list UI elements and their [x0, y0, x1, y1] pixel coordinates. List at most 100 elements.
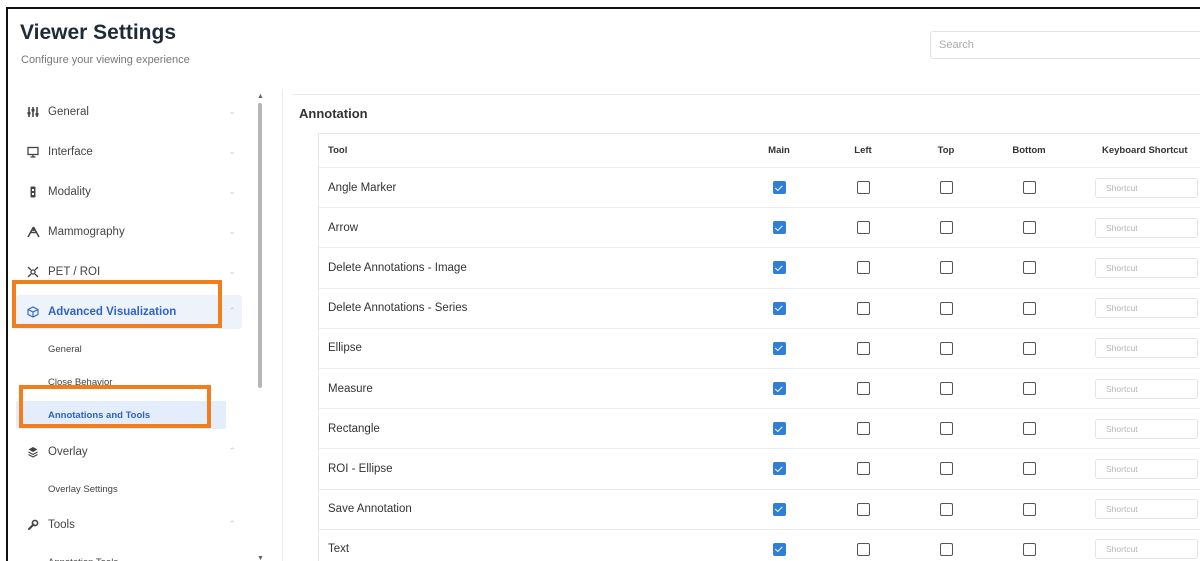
main-cell: [765, 449, 793, 488]
sidebar-subitem-general[interactable]: General: [16, 335, 226, 363]
top-checkbox[interactable]: [939, 502, 953, 516]
table-row: Ellipse: [319, 329, 1200, 369]
sidebar-item-tools[interactable]: Tools ⌃: [16, 508, 242, 542]
tool-name: Ellipse: [328, 342, 362, 355]
shortcut-input[interactable]: [1095, 177, 1198, 198]
bottom-checkbox[interactable]: [1022, 382, 1036, 396]
shortcut-input[interactable]: [1095, 217, 1198, 238]
main-checkbox[interactable]: [772, 221, 786, 235]
shortcut-input[interactable]: [1095, 418, 1198, 439]
sidebar-scrollbar[interactable]: ▲ ▼: [257, 93, 265, 561]
bottom-checkbox[interactable]: [1022, 181, 1036, 195]
top-checkbox[interactable]: [939, 542, 953, 556]
top-checkbox[interactable]: [939, 462, 953, 476]
left-checkbox[interactable]: [856, 181, 870, 195]
sidebar-item-pet-roi[interactable]: PET / ROI ⌄: [16, 255, 242, 289]
sidebar-subitem-annotations-and-tools[interactable]: Annotations and Tools: [16, 401, 226, 429]
sidebar-item-advanced-visualization[interactable]: Advanced Visualization ⌃: [16, 295, 242, 329]
main-cell: [765, 168, 793, 207]
top-checkbox[interactable]: [939, 341, 953, 355]
main-checkbox[interactable]: [772, 341, 786, 355]
left-checkbox[interactable]: [856, 221, 870, 235]
bottom-checkbox[interactable]: [1022, 422, 1036, 436]
main-checkbox[interactable]: [772, 422, 786, 436]
sidebar-item-modality[interactable]: Modality ⌄: [16, 175, 242, 209]
top-checkbox[interactable]: [939, 382, 953, 396]
left-cell: [849, 490, 877, 529]
tool-name: Arrow: [328, 221, 359, 234]
shortcut-input[interactable]: [1095, 499, 1198, 520]
sliders-icon: [26, 105, 40, 119]
bottom-checkbox[interactable]: [1022, 462, 1036, 476]
tool-name: ROI - Ellipse: [328, 462, 393, 475]
top-cell: [932, 248, 960, 287]
shortcut-input[interactable]: [1095, 458, 1198, 479]
shortcut-input[interactable]: [1095, 338, 1198, 359]
shortcut-input[interactable]: [1095, 257, 1198, 278]
sidebar-item-interface[interactable]: Interface ⌄: [16, 135, 242, 169]
main-checkbox[interactable]: [772, 382, 786, 396]
left-checkbox[interactable]: [856, 462, 870, 476]
top-checkbox[interactable]: [939, 422, 953, 436]
tool-name: Angle Marker: [328, 181, 397, 194]
tool-name: Measure: [328, 382, 373, 395]
scrollbar-thumb[interactable]: [258, 103, 262, 388]
table-header-row: Tool Main Left Top Bottom Keyboard Short…: [319, 134, 1200, 168]
shortcut-cell: [1095, 409, 1200, 448]
left-cell: [849, 409, 877, 448]
main-checkbox[interactable]: [772, 181, 786, 195]
top-checkbox[interactable]: [939, 181, 953, 195]
sidebar-subitem-annotation-tools[interactable]: Annotation Tools: [16, 548, 226, 561]
chevron-down-icon: ⌄: [228, 226, 236, 236]
mammography-icon: [26, 225, 40, 239]
bottom-checkbox[interactable]: [1022, 261, 1036, 275]
main-checkbox[interactable]: [772, 462, 786, 476]
top-cell: [932, 530, 960, 561]
sidebar-item-label: Mammography: [48, 226, 125, 238]
main-checkbox[interactable]: [772, 542, 786, 556]
table-row: Measure: [319, 369, 1200, 410]
main-cell: [765, 289, 793, 328]
bottom-checkbox[interactable]: [1022, 221, 1036, 235]
left-checkbox[interactable]: [856, 502, 870, 516]
main-checkbox[interactable]: [772, 502, 786, 516]
shortcut-input[interactable]: [1095, 539, 1198, 560]
main-checkbox[interactable]: [772, 301, 786, 315]
bottom-checkbox[interactable]: [1022, 301, 1036, 315]
top-checkbox[interactable]: [939, 301, 953, 315]
scroll-up-icon[interactable]: ▲: [257, 93, 264, 100]
column-header-bottom: Bottom: [1012, 145, 1046, 156]
bottom-checkbox[interactable]: [1022, 341, 1036, 355]
left-checkbox[interactable]: [856, 382, 870, 396]
scroll-down-icon[interactable]: ▼: [257, 555, 264, 561]
main-checkbox[interactable]: [772, 261, 786, 275]
sidebar-item-label: Overlay: [48, 446, 88, 458]
top-checkbox[interactable]: [939, 261, 953, 275]
bottom-checkbox[interactable]: [1022, 502, 1036, 516]
sidebar-subitem-overlay-settings[interactable]: Overlay Settings: [16, 475, 226, 503]
sidebar-item-general[interactable]: General ⌄: [16, 95, 242, 129]
annotation-tools-table: Tool Main Left Top Bottom Keyboard Short…: [318, 133, 1200, 561]
top-checkbox[interactable]: [939, 221, 953, 235]
left-checkbox[interactable]: [856, 341, 870, 355]
left-checkbox[interactable]: [856, 422, 870, 436]
top-cell: [932, 409, 960, 448]
bottom-cell: [1010, 449, 1048, 488]
left-checkbox[interactable]: [856, 542, 870, 556]
table-row: Text: [319, 530, 1200, 561]
chevron-down-icon: ⌄: [228, 266, 236, 276]
bottom-cell: [1010, 289, 1048, 328]
chevron-down-icon: ⌄: [228, 146, 236, 156]
shortcut-input[interactable]: [1095, 298, 1198, 319]
shortcut-input[interactable]: [1095, 378, 1198, 399]
left-checkbox[interactable]: [856, 261, 870, 275]
left-checkbox[interactable]: [856, 301, 870, 315]
chevron-down-icon: ⌄: [228, 186, 236, 196]
shortcut-cell: [1095, 248, 1200, 287]
sidebar-subitem-close-behavior[interactable]: Close Behavior: [16, 368, 226, 396]
sidebar-item-overlay[interactable]: Overlay ⌃: [16, 435, 242, 469]
bottom-cell: [1010, 208, 1048, 247]
bottom-checkbox[interactable]: [1022, 542, 1036, 556]
sidebar-item-mammography[interactable]: Mammography ⌄: [16, 215, 242, 249]
search-input[interactable]: [930, 31, 1200, 59]
